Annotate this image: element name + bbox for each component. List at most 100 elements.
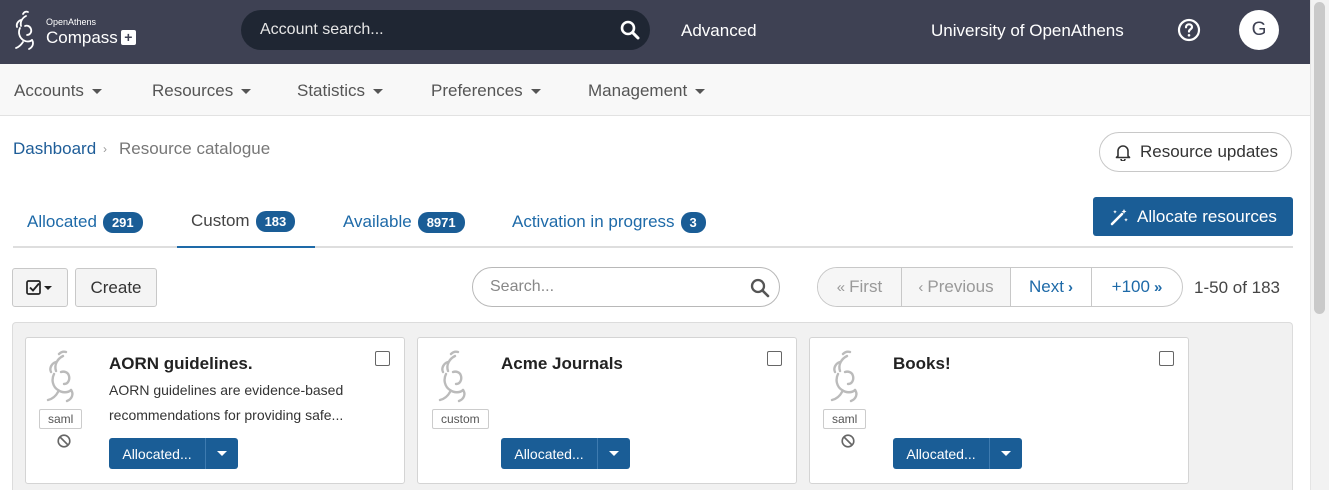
resource-title[interactable]: Acme Journals <box>501 354 623 374</box>
pager-first-button[interactable]: « First <box>818 268 902 306</box>
allocation-status-label: Allocated... <box>501 438 598 469</box>
nav-accounts-label: Accounts <box>14 81 84 100</box>
pager-next-label: Next <box>1029 277 1064 296</box>
caret-down-icon <box>91 88 102 94</box>
checkbox-select-icon <box>26 279 52 295</box>
nav-statistics-label: Statistics <box>297 81 366 100</box>
resource-card[interactable]: saml AORN guidelines. AORN guidelines ar… <box>25 337 405 484</box>
nav-preferences[interactable]: Preferences <box>431 81 541 101</box>
resource-placeholder-icon <box>830 350 858 403</box>
tab-allocated-count: 291 <box>102 211 143 233</box>
caret-down-icon <box>241 88 252 94</box>
nav-resources-label: Resources <box>152 81 234 100</box>
resource-updates-label: Resource updates <box>1140 142 1278 161</box>
account-search-input[interactable] <box>260 21 600 39</box>
top-header: OpenAthens Compass + Advanced University… <box>0 0 1310 64</box>
user-avatar[interactable]: G <box>1239 10 1279 50</box>
breadcrumb-separator: › <box>103 142 107 156</box>
help-icon[interactable] <box>1177 18 1201 42</box>
pager-previous-button[interactable]: ‹ Previous <box>902 268 1011 306</box>
resource-search-input[interactable] <box>490 278 740 296</box>
resource-description: AORN guidelines are evidence-based recom… <box>109 382 344 423</box>
allocate-resources-button[interactable]: Allocate resources <box>1093 197 1293 236</box>
tab-activation-label: Activation in progress <box>512 212 675 231</box>
caret-down-icon <box>530 88 541 94</box>
pager-plus100-label: +100 <box>1111 277 1150 296</box>
resource-select-checkbox[interactable] <box>767 351 782 366</box>
logo-big-text: Compass <box>46 28 118 47</box>
tab-activation-in-progress[interactable]: Activation in progress 3 <box>498 196 720 248</box>
resource-updates-button[interactable]: Resource updates <box>1099 132 1292 172</box>
tab-custom-label: Custom <box>191 211 250 230</box>
bulk-select-dropdown[interactable] <box>12 268 68 307</box>
pager-previous-label: Previous <box>927 277 994 296</box>
chevron-double-left-icon: « <box>836 278 846 296</box>
tab-allocated-label: Allocated <box>27 212 97 231</box>
resource-select-checkbox[interactable] <box>375 351 390 366</box>
resource-search-box <box>472 267 780 307</box>
logo-product-name: Compass + <box>46 29 136 46</box>
tab-custom-count: 183 <box>255 210 296 232</box>
nav-accounts[interactable]: Accounts <box>14 81 102 101</box>
resource-card[interactable]: custom Acme Journals Allocated... <box>417 337 797 484</box>
tab-available[interactable]: Available 8971 <box>329 196 479 248</box>
tab-available-label: Available <box>343 212 412 231</box>
allocation-status-button[interactable]: Allocated... <box>109 438 238 469</box>
resource-placeholder-icon <box>438 350 466 403</box>
caret-down-icon <box>373 88 384 94</box>
allocation-status-label: Allocated... <box>109 438 206 469</box>
nav-management-label: Management <box>588 81 688 100</box>
resource-placeholder-icon <box>46 350 74 403</box>
pagination: « First ‹ Previous Next › +100 » <box>817 267 1183 307</box>
logo-plus-icon: + <box>120 30 136 45</box>
nav-management[interactable]: Management <box>588 81 706 101</box>
allocation-status-button[interactable]: Allocated... <box>893 438 1022 469</box>
allocate-resources-label: Allocate resources <box>1137 206 1277 226</box>
caret-down-icon <box>695 88 706 94</box>
resource-select-checkbox[interactable] <box>1159 351 1174 366</box>
resource-type-badge: saml <box>823 409 867 429</box>
caret-down-icon[interactable] <box>598 438 630 469</box>
tab-available-count: 8971 <box>417 211 465 233</box>
logo-text: OpenAthens Compass + <box>46 18 136 46</box>
pager-first-label: First <box>849 277 883 296</box>
search-icon[interactable] <box>620 20 640 40</box>
breadcrumb-current: Resource catalogue <box>119 139 271 158</box>
nav-statistics[interactable]: Statistics <box>297 81 384 101</box>
resource-card[interactable]: saml Books! Allocated... <box>809 337 1189 484</box>
bell-icon <box>1115 145 1131 161</box>
caret-down-icon[interactable] <box>990 438 1022 469</box>
caret-down-icon[interactable] <box>206 438 238 469</box>
resource-type-badge: custom <box>432 409 489 429</box>
advanced-search-link[interactable]: Advanced <box>681 21 757 41</box>
resource-title[interactable]: Books! <box>893 354 951 374</box>
nav-resources[interactable]: Resources <box>152 81 252 101</box>
pager-next-button[interactable]: Next › <box>1011 268 1092 306</box>
organisation-switcher[interactable]: University of OpenAthens <box>931 21 1124 41</box>
tab-allocated[interactable]: Allocated 291 <box>13 196 157 248</box>
resource-title[interactable]: AORN guidelines. <box>109 354 253 374</box>
allocation-status-button[interactable]: Allocated... <box>501 438 630 469</box>
no-entry-icon <box>841 434 855 448</box>
nav-preferences-label: Preferences <box>431 81 523 100</box>
chevron-right-icon: › <box>1067 278 1073 296</box>
account-search-box <box>241 10 650 50</box>
pager-plus100-button[interactable]: +100 » <box>1092 268 1182 306</box>
openathens-logo-icon <box>15 10 34 50</box>
create-button[interactable]: Create <box>75 268 157 307</box>
allocation-status-label: Allocated... <box>893 438 990 469</box>
chevron-double-right-icon: » <box>1153 278 1163 296</box>
main-navigation: Accounts Resources Statistics Preference… <box>0 64 1310 116</box>
resource-type-badge: saml <box>39 409 83 429</box>
magic-wand-icon <box>1110 208 1128 225</box>
no-entry-icon <box>57 434 71 448</box>
openathens-logo[interactable]: OpenAthens Compass + <box>12 9 136 55</box>
logo-small-text: OpenAthens <box>46 17 97 27</box>
chevron-left-icon: ‹ <box>918 278 924 296</box>
pager-range: 1-50 of 183 <box>1194 278 1281 297</box>
search-icon[interactable] <box>750 278 770 298</box>
breadcrumb-dashboard[interactable]: Dashboard <box>13 139 96 159</box>
tab-activation-count: 3 <box>680 211 706 233</box>
scrollbar-thumb[interactable] <box>1314 2 1325 314</box>
tab-custom[interactable]: Custom 183 <box>177 196 315 248</box>
